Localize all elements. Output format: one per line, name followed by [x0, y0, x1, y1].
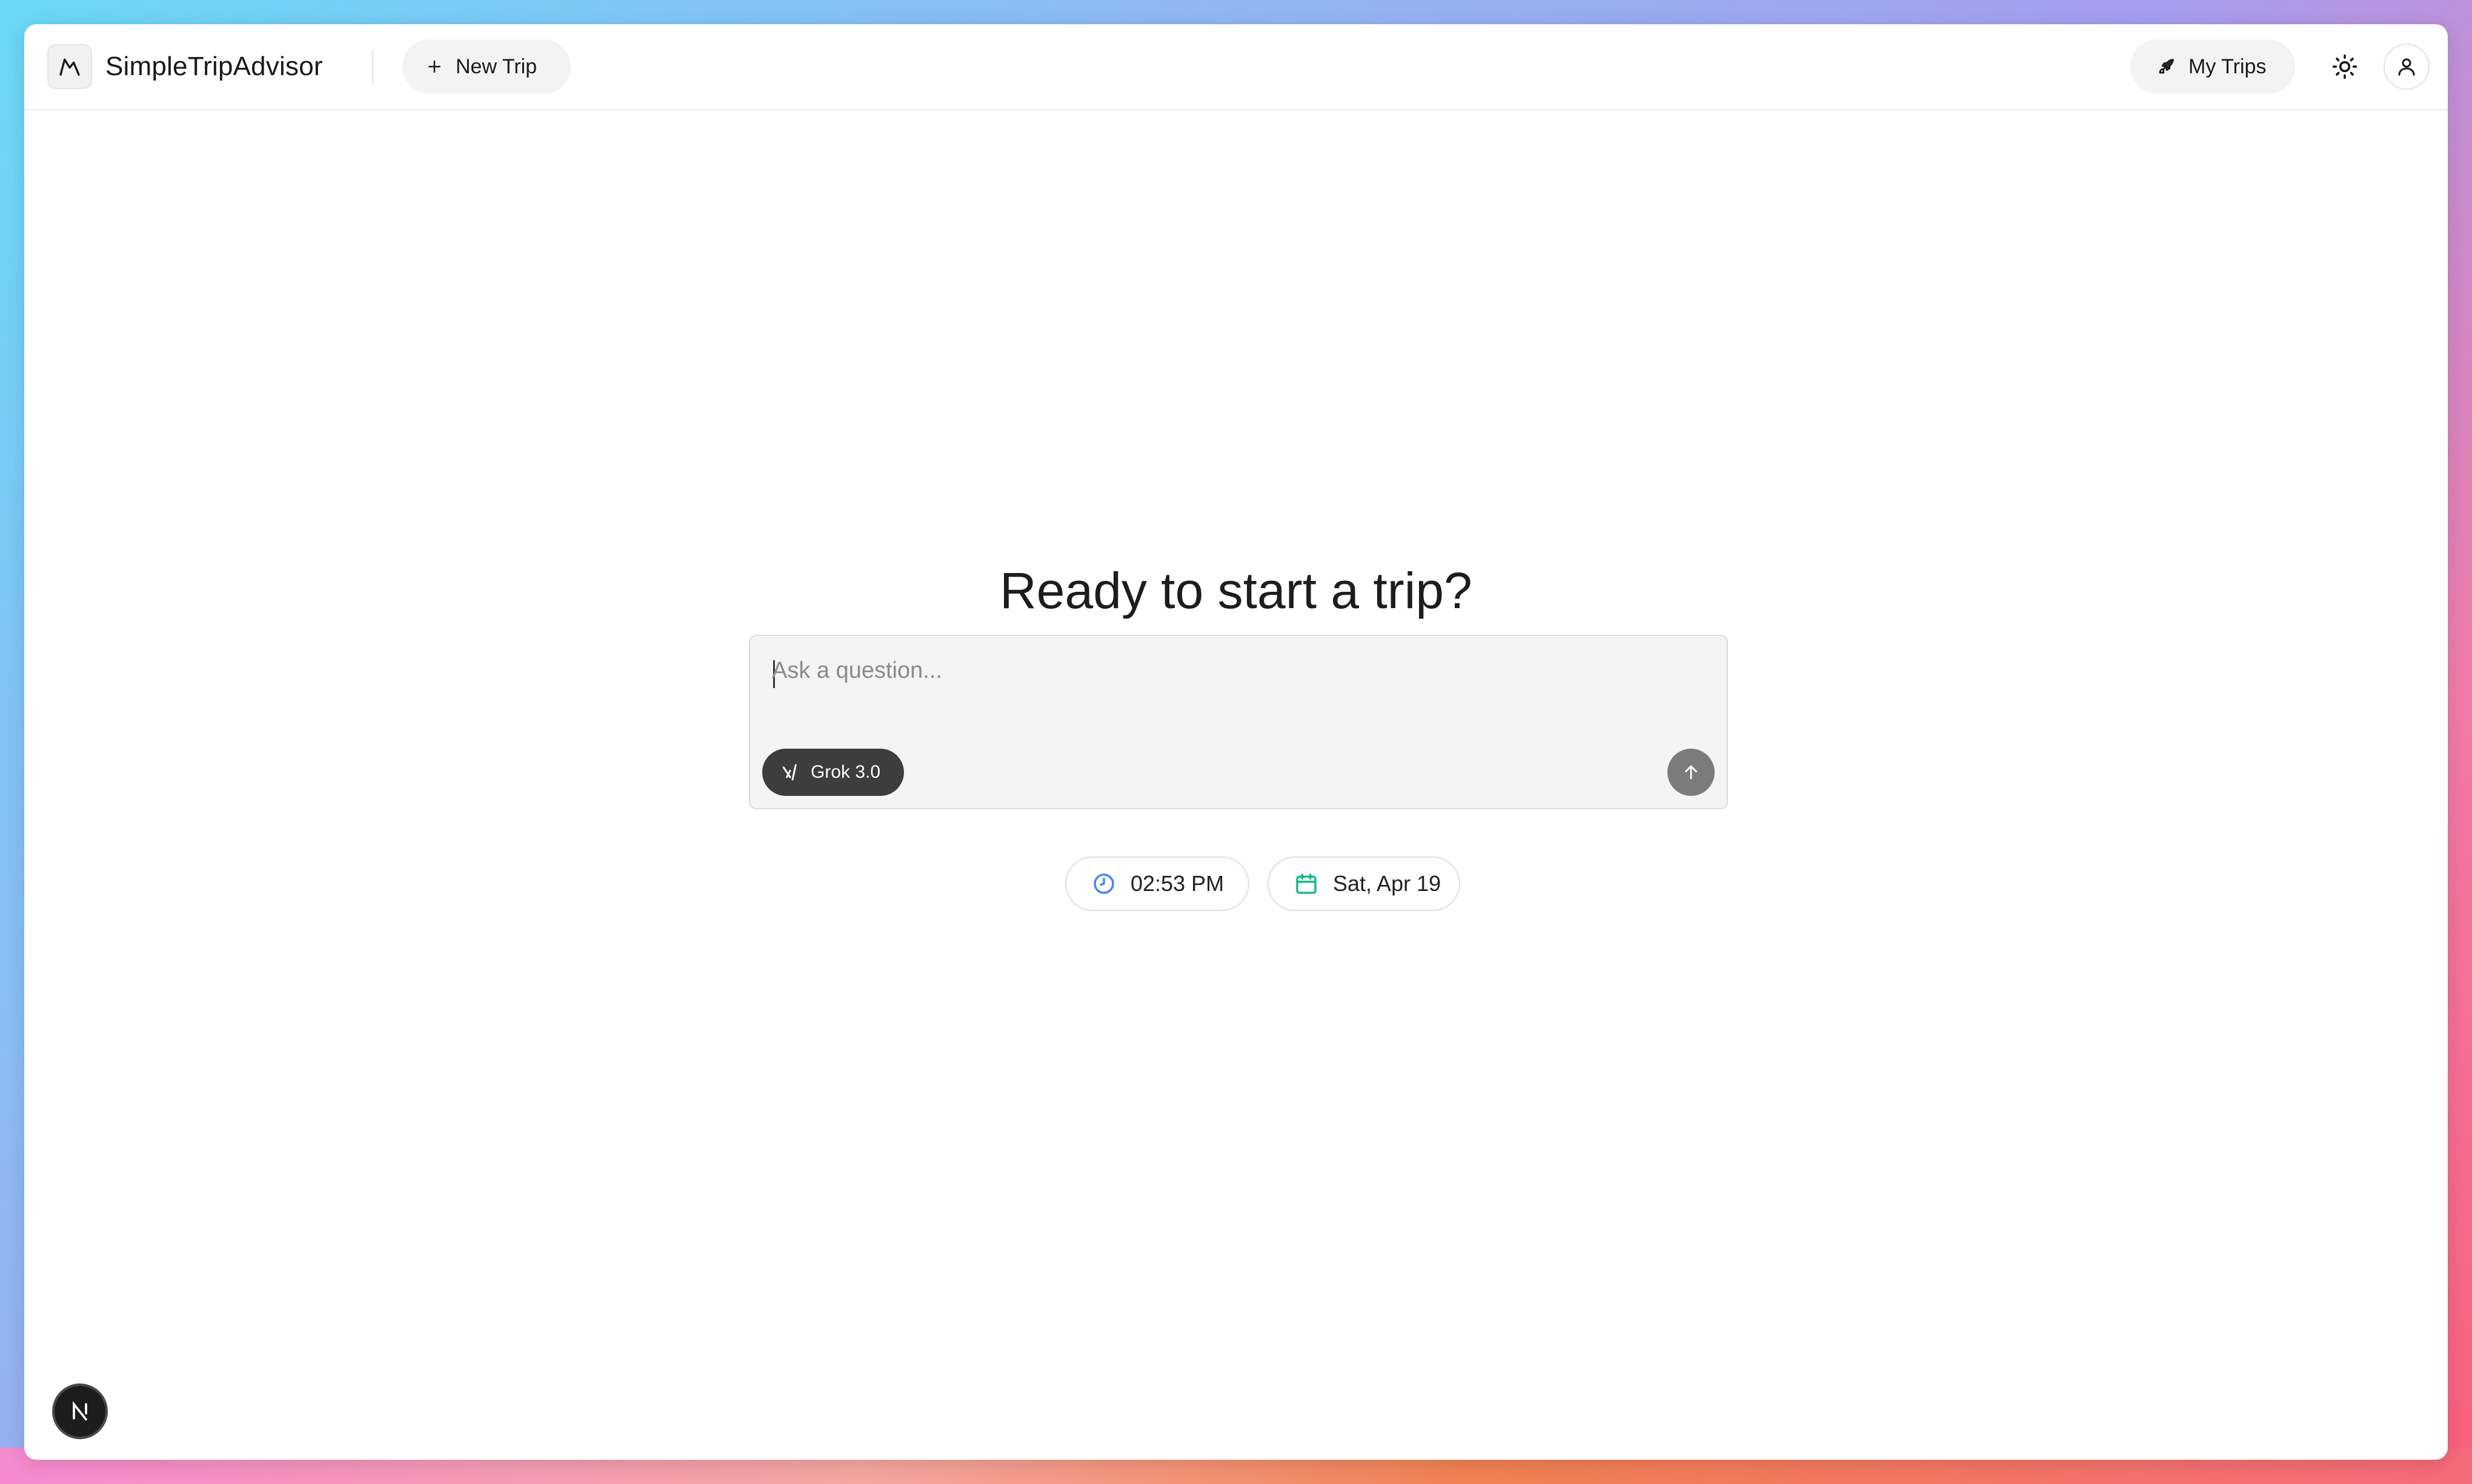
model-selector-button[interactable]: Grok 3.0	[762, 749, 904, 796]
n-logo-icon	[73, 1401, 87, 1421]
xai-icon	[782, 764, 797, 781]
date-label: Sat, Apr 19	[1333, 871, 1441, 896]
new-trip-button[interactable]: New Trip	[402, 39, 571, 94]
user-menu-button[interactable]	[2384, 44, 2430, 90]
app-title[interactable]: SimpleTripAdvisor	[105, 48, 323, 85]
sun-icon	[2332, 54, 2357, 79]
time-label: 02:53 PM	[1131, 871, 1224, 896]
send-button[interactable]	[1667, 749, 1715, 796]
top-nav: SimpleTripAdvisor New Trip My Trips	[24, 24, 2448, 110]
model-label: Grok 3.0	[811, 762, 881, 782]
new-trip-label: New Trip	[456, 55, 537, 78]
time-chip[interactable]: 02:53 PM	[1065, 856, 1249, 911]
user-icon	[2398, 58, 2415, 76]
arrow-up-icon	[1685, 765, 1697, 780]
app-logo[interactable]	[47, 44, 92, 89]
calendar-icon	[1296, 873, 1317, 894]
date-chip[interactable]: Sat, Apr 19	[1268, 856, 1460, 911]
page-headline: Ready to start a trip?	[1000, 562, 1472, 619]
nextjs-badge[interactable]	[52, 1383, 108, 1439]
app-window: SimpleTripAdvisor New Trip My Trips Read…	[24, 24, 2448, 1460]
mountain-icon	[59, 58, 80, 76]
header-divider	[372, 50, 373, 85]
rocket-icon	[2159, 59, 2174, 74]
chat-composer: Grok 3.0	[749, 635, 1728, 809]
clock-icon	[1094, 873, 1114, 894]
plus-icon	[428, 61, 440, 73]
theme-toggle-button[interactable]	[2324, 46, 2365, 87]
my-trips-label: My Trips	[2188, 55, 2267, 78]
my-trips-button[interactable]: My Trips	[2130, 39, 2295, 94]
question-input[interactable]	[772, 658, 1681, 706]
